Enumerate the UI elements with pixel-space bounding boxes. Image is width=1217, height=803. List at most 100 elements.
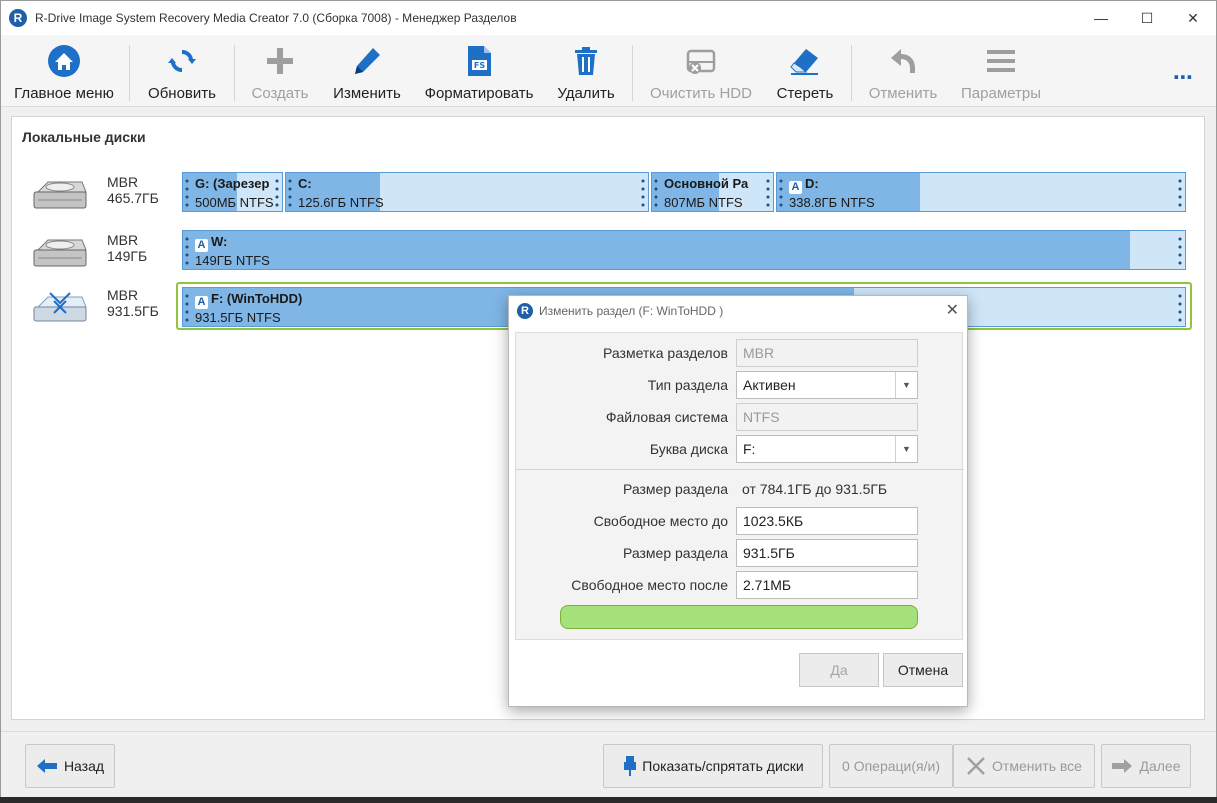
usb-drive-icon [33,292,87,322]
partition-size-label: Размер раздела [623,545,728,561]
resize-handle-right[interactable] [275,177,279,209]
file-system-field: NTFS [736,403,918,431]
section-title: Локальные диски [22,129,146,145]
show-hide-disks-label: Показать/спрятать диски [642,758,804,774]
more-options-icon[interactable]: ⋯ [1173,65,1194,90]
resize-handle-left[interactable] [185,177,189,209]
x-icon [967,757,985,775]
partition-type-label: Тип раздела [647,377,728,393]
cancel-button[interactable]: Отмена [883,653,963,687]
disk-scheme: MBR [107,174,139,190]
resize-handle-right[interactable] [766,177,770,209]
partition-info: 931.5ГБ NTFS [195,310,281,325]
create-button[interactable]: Создать [245,35,315,107]
back-button[interactable]: Назад [25,744,115,788]
file-system-label: Файловая система [605,409,728,425]
format-button[interactable]: FS Форматировать [421,35,537,107]
main-menu-button[interactable]: Главное меню [13,35,115,107]
free-before-input[interactable]: 1023.5КБ [736,507,918,535]
resize-handle-left[interactable] [654,177,658,209]
title-bar: R R-Drive Image System Recovery Media Cr… [1,1,1216,35]
dialog-title: Изменить раздел (F: WinToHDD ) [539,304,724,318]
erase-button[interactable]: Стереть [771,35,839,107]
partition-size-input[interactable]: 931.5ГБ [736,539,918,567]
toolbar-divider [234,45,235,101]
operations-count-label: 0 Операци(я/и) [842,758,940,774]
resize-handle-right[interactable] [1178,177,1182,209]
dialog-title-bar: R Изменить раздел (F: WinToHDD ) [509,296,967,326]
active-badge-icon: A [789,181,802,194]
divider [516,469,964,470]
partition-size-slider[interactable] [560,605,918,629]
hard-drive-icon [33,239,87,267]
resize-handle-left[interactable] [288,177,292,209]
dropdown-arrow-icon[interactable]: ▼ [895,436,917,462]
drive-letter-label: Буква диска [649,441,728,457]
toolbar-divider [851,45,852,101]
partition-g-reserved[interactable]: G: (Зарезер 500МБ NTFS [182,172,283,212]
free-after-input[interactable]: 2.71МБ [736,571,918,599]
partition-w[interactable]: A W: 149ГБ NTFS [182,230,1186,270]
resize-handle-left[interactable] [185,292,189,324]
disk-size: 149ГБ [107,248,148,264]
refresh-icon [164,43,200,79]
partition-usage-fill [183,231,1130,269]
partition-type-select[interactable]: Активен ▼ [736,371,918,399]
erase-label: Стереть [776,85,834,102]
disk-row[interactable]: MBR 465.7ГБ G: (Зарезер 500МБ NTFS C: 12… [12,172,1206,222]
dropdown-arrow-icon[interactable]: ▼ [895,372,917,398]
partition-d[interactable]: A D: 338.8ГБ NTFS [776,172,1186,212]
toolbar-divider [129,45,130,101]
refresh-button[interactable]: Обновить [141,35,223,107]
toolbar-divider [632,45,633,101]
active-badge-icon: A [195,239,208,252]
clear-hdd-label: Очистить HDD [650,85,752,102]
partition-size-range-label: Размер раздела [623,481,728,497]
undo-label: Отменить [868,85,938,102]
modify-label: Изменить [333,85,401,102]
partition-name: G: (Зарезер [195,176,270,191]
partition-name: F: (WinToHDD) [211,291,303,306]
undo-button[interactable]: Отменить [863,35,943,107]
partition-c[interactable]: C: 125.6ГБ NTFS [285,172,649,212]
app-logo-icon: R [9,9,27,27]
partition-info: 149ГБ NTFS [195,253,270,268]
resize-handle-left[interactable] [185,235,189,267]
close-button[interactable]: ✕ [1170,1,1216,35]
partition-main[interactable]: Основной Ра 807МБ NTFS [651,172,774,212]
modify-partition-dialog: R Изменить раздел (F: WinToHDD ) ✕ Разме… [508,295,968,707]
cancel-all-button[interactable]: Отменить все [953,744,1095,788]
home-icon [46,43,82,79]
operations-count-button[interactable]: 0 Операци(я/и) [829,744,953,788]
drive-letter-value: F: [743,441,756,457]
minimize-button[interactable]: — [1078,1,1124,35]
show-hide-disks-button[interactable]: Показать/спрятать диски [603,744,823,788]
resize-handle-right[interactable] [1178,235,1182,267]
ok-button[interactable]: Да [799,653,879,687]
params-button[interactable]: Параметры [957,35,1045,107]
bottom-bar: Назад Показать/спрятать диски 0 Операци(… [1,731,1216,797]
disk-row[interactable]: MBR 149ГБ A W: 149ГБ NTFS [12,230,1206,280]
arrow-right-icon [1112,759,1133,773]
resize-handle-right[interactable] [641,177,645,209]
maximize-button[interactable]: ☐ [1124,1,1170,35]
window-title: R-Drive Image System Recovery Media Crea… [35,11,517,25]
undo-icon [885,43,921,79]
create-label: Создать [251,85,309,102]
disk-scheme: MBR [107,287,139,303]
partition-name: C: [298,176,312,191]
modify-button[interactable]: Изменить [329,35,405,107]
free-before-label: Свободное место до [593,513,728,529]
dialog-close-button[interactable]: ✕ [946,300,959,320]
resize-handle-right[interactable] [1178,292,1182,324]
clear-hdd-button[interactable]: Очистить HDD [645,35,757,107]
partition-name: D: [805,176,819,191]
partition-info: 807МБ NTFS [664,195,743,210]
format-label: Форматировать [424,85,534,102]
partition-info: 338.8ГБ NTFS [789,195,875,210]
resize-handle-left[interactable] [779,177,783,209]
drive-letter-select[interactable]: F: ▼ [736,435,918,463]
params-label: Параметры [961,85,1041,102]
delete-button[interactable]: Удалить [553,35,619,107]
next-button[interactable]: Далее [1101,744,1191,788]
